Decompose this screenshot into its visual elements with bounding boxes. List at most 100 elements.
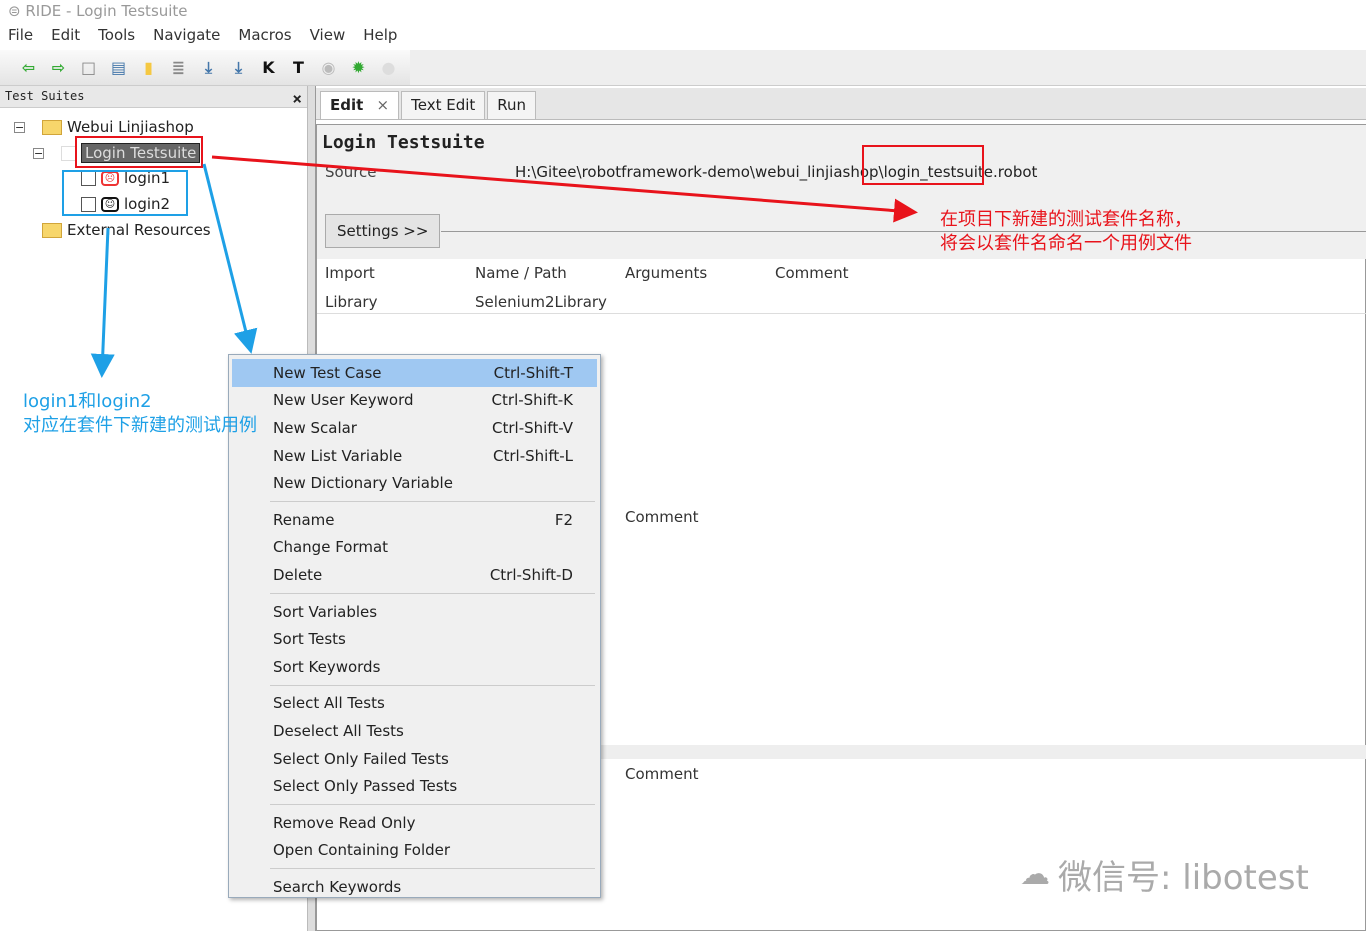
menu-separator: [270, 803, 595, 805]
open-folder-icon[interactable]: ▮: [138, 57, 159, 78]
divider: [317, 313, 1366, 314]
close-panel-button[interactable]: ×: [292, 89, 302, 108]
tree-item-test[interactable]: ☺ login2: [81, 195, 170, 213]
tree-label: login2: [124, 195, 171, 213]
menu-item-deselect-all-tests[interactable]: Deselect All Tests: [232, 717, 597, 745]
menu-item-search-keywords[interactable]: Search Keywords: [232, 873, 597, 901]
menu-item-shortcut: Ctrl-Shift-T: [493, 363, 573, 382]
menu-item-label: Delete: [273, 565, 323, 584]
collapse-icon[interactable]: −: [14, 121, 25, 133]
tree-item-suite[interactable]: − Login Testsuite: [33, 143, 201, 163]
search-keyword-icon[interactable]: K: [258, 57, 279, 78]
menu-item-label: New Test Case: [273, 363, 382, 382]
menu-item-rename[interactable]: Rename F2: [232, 506, 597, 534]
toolbar: ⇦ ⇨ □ ▤ ▮ ≣ ⤓ ⤓ K T ◉ ✹ ●: [0, 50, 410, 86]
collapse-icon[interactable]: −: [33, 147, 44, 159]
source-label: Source: [325, 163, 377, 181]
menu-item-new-scalar[interactable]: New Scalar Ctrl-Shift-V: [232, 414, 597, 442]
blue-annotation: login1和login2 对应在套件下新建的测试用例: [23, 391, 257, 436]
column-header: Comment: [775, 264, 849, 282]
watermark: ☁ 微信号: libotest: [1020, 857, 1309, 898]
menu-file[interactable]: File: [8, 26, 33, 48]
search-test-icon[interactable]: T: [288, 57, 309, 78]
menu-item-open-containing-folder[interactable]: Open Containing Folder: [232, 837, 597, 865]
table-cell[interactable]: Library: [325, 293, 377, 311]
run-icon[interactable]: ◉: [318, 57, 339, 78]
menu-item-change-format[interactable]: Change Format: [232, 534, 597, 562]
menu-separator: [270, 500, 595, 502]
app-icon: ⊜: [8, 2, 26, 20]
column-header: Comment: [625, 765, 699, 783]
menu-item-label: New List Variable: [273, 446, 403, 465]
menu-item-label: New User Keyword: [273, 391, 414, 410]
tree-label-selected: Login Testsuite: [81, 143, 201, 163]
menu-item-shortcut: Ctrl-Shift-K: [491, 391, 573, 410]
menu-navigate[interactable]: Navigate: [153, 26, 220, 48]
menu-item-delete[interactable]: Delete Ctrl-Shift-D: [232, 561, 597, 589]
close-tab-icon[interactable]: ×: [377, 96, 390, 114]
menu-item-label: Select Only Passed Tests: [273, 777, 458, 796]
menu-item-remove-read-only[interactable]: Remove Read Only: [232, 809, 597, 837]
menu-view[interactable]: View: [310, 26, 346, 48]
open-icon[interactable]: ▤: [108, 57, 129, 78]
new-project-icon[interactable]: □: [78, 57, 99, 78]
back-icon[interactable]: ⇦: [18, 57, 39, 78]
menu-item-new-dictionary-variable[interactable]: New Dictionary Variable: [232, 469, 597, 497]
menu-item-select-all-tests[interactable]: Select All Tests: [232, 690, 597, 718]
menu-item-sort-keywords[interactable]: Sort Keywords: [232, 653, 597, 681]
menu-item-shortcut: F2: [554, 510, 573, 529]
menu-edit[interactable]: Edit: [51, 26, 80, 48]
menu-help[interactable]: Help: [363, 26, 397, 48]
tree-item-test[interactable]: ☹ login1: [81, 169, 170, 187]
column-header: Name / Path: [475, 264, 567, 282]
column-header: Import: [325, 264, 375, 282]
source-path: H:\Gitee\robotframework-demo\webui_linji…: [515, 163, 1038, 181]
table-cell[interactable]: Selenium2Library: [475, 293, 607, 311]
bug-icon[interactable]: ✹: [348, 57, 369, 78]
menu-bar: File Edit Tools Navigate Macros View Help: [0, 26, 1366, 48]
tab-edit[interactable]: Edit ×: [320, 91, 400, 119]
menu-item-shortcut: Ctrl-Shift-D: [489, 565, 573, 584]
test-robot-icon: ☺: [101, 196, 119, 212]
wechat-icon: ☁: [1020, 857, 1050, 892]
menu-item-label: Rename: [273, 510, 335, 529]
stop-icon[interactable]: ●: [378, 57, 399, 78]
context-menu: New Test Case Ctrl-Shift-T New User Keywor…: [228, 354, 601, 898]
tab-run[interactable]: Run: [487, 91, 537, 119]
settings-button[interactable]: Settings >>: [325, 214, 441, 248]
menu-item-select-only-passed-tests[interactable]: Select Only Passed Tests: [232, 772, 597, 800]
menu-item-shortcut: Ctrl-Shift-L: [493, 446, 573, 465]
save-all-icon[interactable]: ⤓: [228, 57, 249, 78]
menu-item-new-list-variable[interactable]: New List Variable Ctrl-Shift-L: [232, 442, 597, 470]
menu-item-label: Sort Tests: [273, 630, 346, 649]
folder-icon: [42, 119, 62, 135]
menu-item-new-test-case[interactable]: New Test Case Ctrl-Shift-T: [232, 359, 597, 387]
menu-item-new-user-keyword[interactable]: New User Keyword Ctrl-Shift-K: [232, 387, 597, 415]
document-icon[interactable]: ≣: [168, 57, 189, 78]
editor-tabs: Edit × Text Edit Run: [316, 88, 1366, 120]
menu-item-label: Open Containing Folder: [273, 841, 451, 860]
menu-tools[interactable]: Tools: [98, 26, 135, 48]
menu-item-sort-variables[interactable]: Sort Variables: [232, 598, 597, 626]
window-title: RIDE - Login Testsuite: [25, 2, 188, 20]
forward-icon[interactable]: ⇨: [48, 57, 69, 78]
tree-label: login1: [124, 169, 171, 187]
suite-checkbox[interactable]: [61, 145, 76, 161]
tree-item-root[interactable]: − Webui Linjiashop: [14, 118, 194, 136]
toolbar-background: [410, 50, 1366, 86]
tree-item-resources[interactable]: External Resources: [42, 221, 211, 239]
menu-item-label: Sort Variables: [273, 602, 378, 621]
menu-item-sort-tests[interactable]: Sort Tests: [232, 625, 597, 653]
divider: [441, 231, 1366, 232]
test-checkbox[interactable]: [81, 170, 96, 186]
test-checkbox[interactable]: [81, 196, 96, 212]
save-icon[interactable]: ⤓: [198, 57, 219, 78]
menu-item-select-only-failed-tests[interactable]: Select Only Failed Tests: [232, 745, 597, 773]
menu-separator: [270, 592, 595, 594]
suite-header: Login Testsuite Source H:\Gitee\robotfra…: [317, 125, 1366, 259]
title-bar: ⊜ RIDE - Login Testsuite: [0, 0, 1366, 24]
menu-macros[interactable]: Macros: [238, 26, 291, 48]
column-header: Arguments: [625, 264, 708, 282]
tab-text-edit[interactable]: Text Edit: [401, 91, 486, 119]
red-annotation: 在项目下新建的测试套件名称， 将会以套件名命名一个用例文件: [940, 209, 1192, 254]
